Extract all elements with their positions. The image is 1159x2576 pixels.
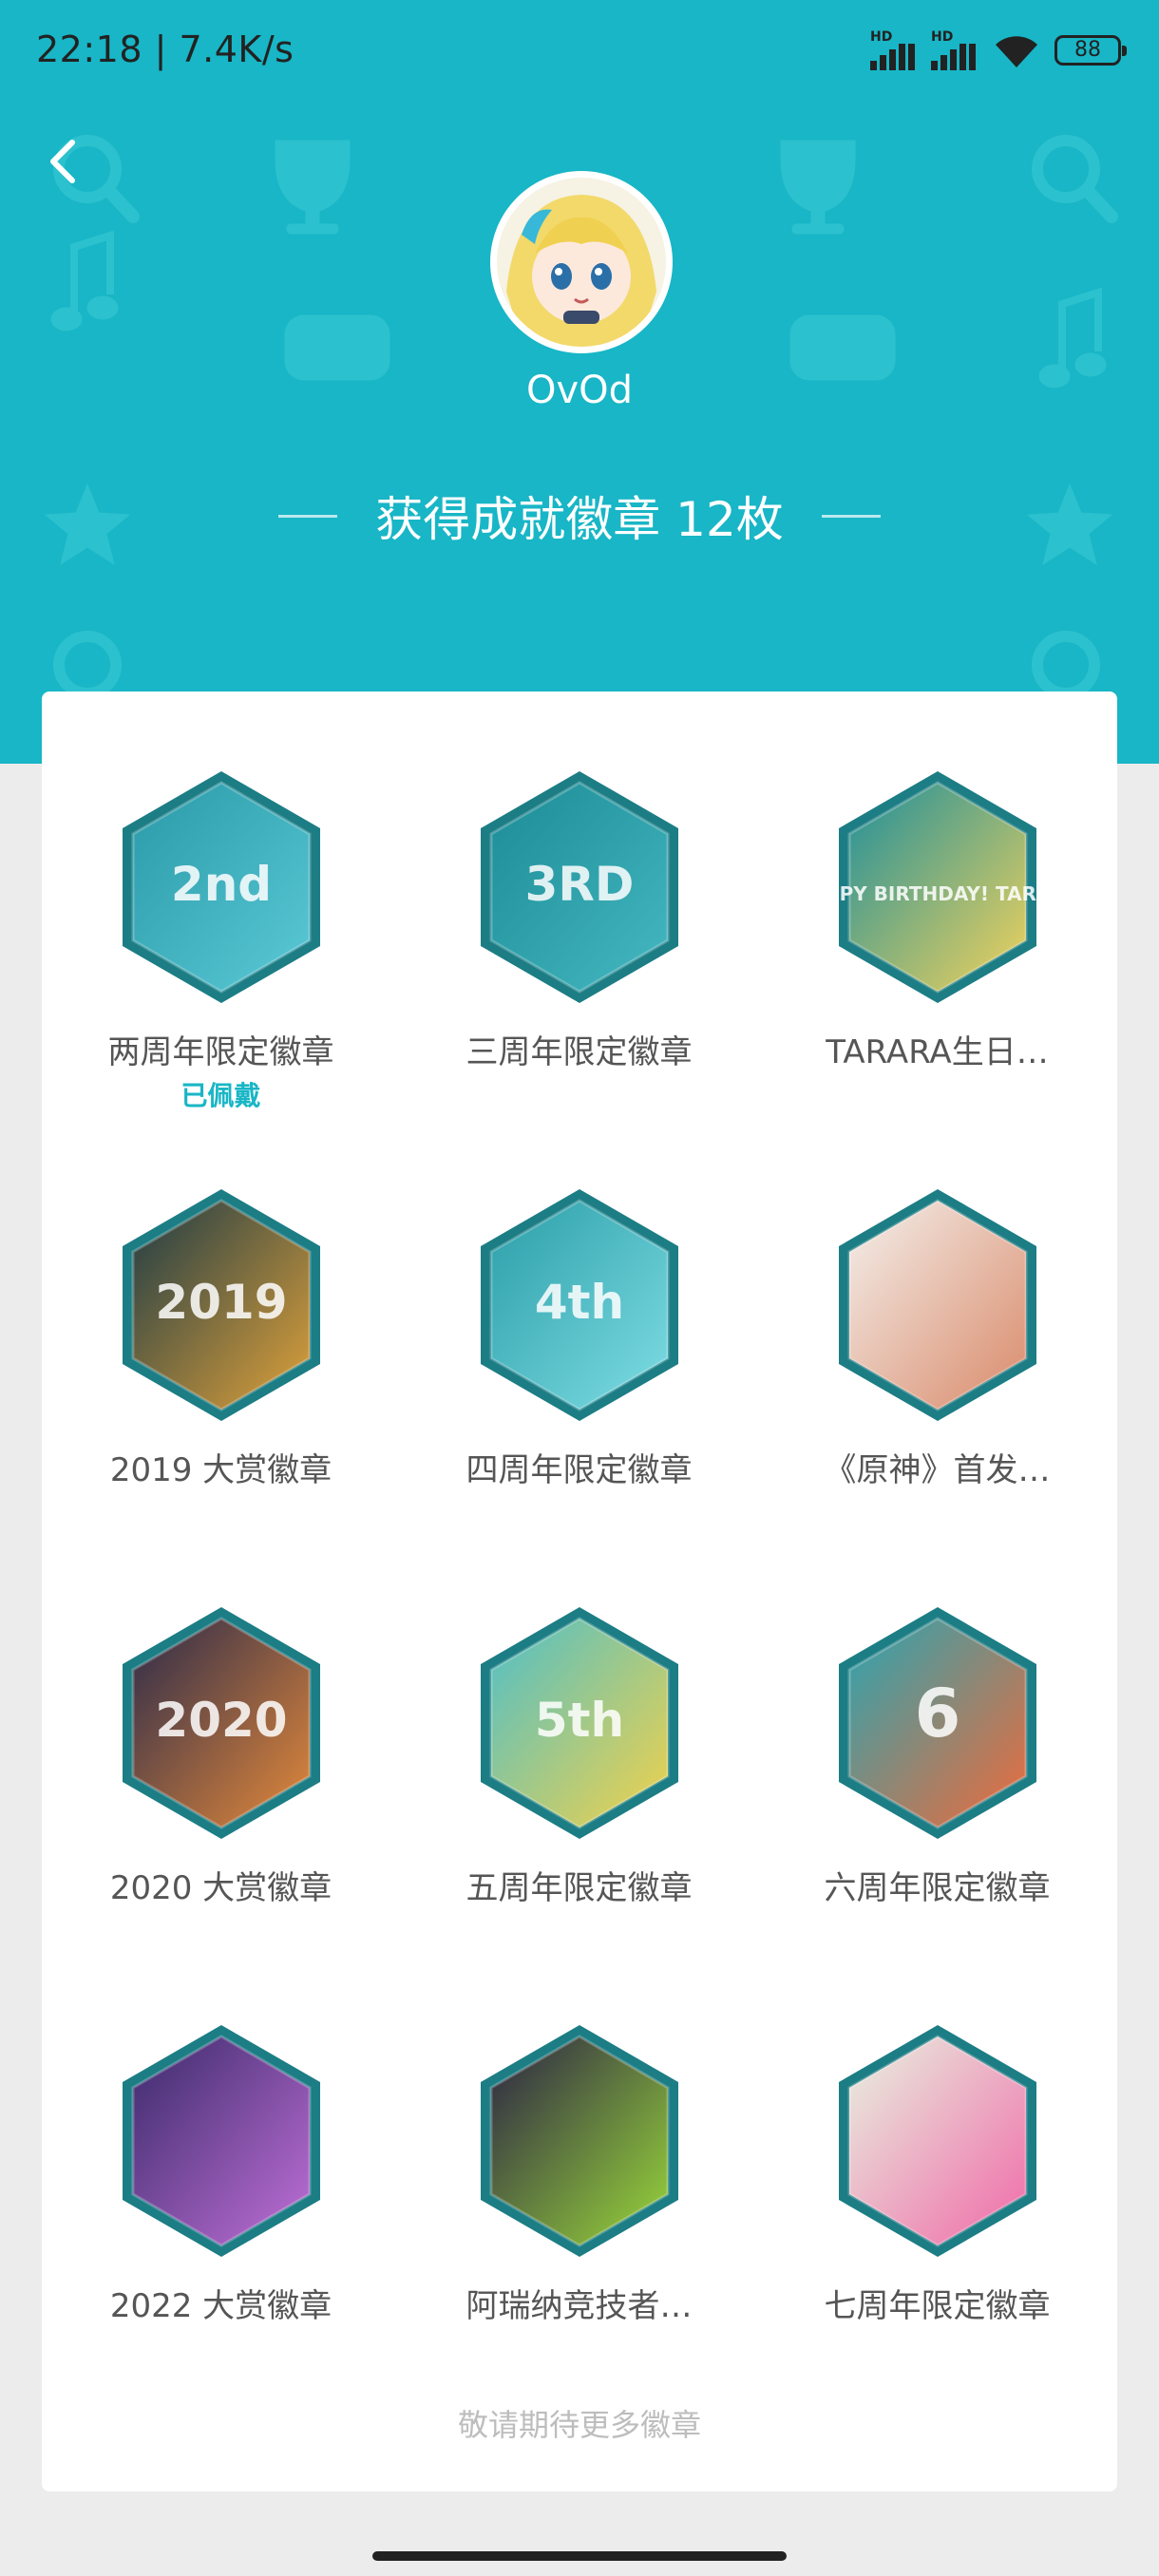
badge-icon — [839, 2025, 1036, 2257]
status-bar: 22:18 | 7.4K/s HD HD 88 — [0, 0, 1159, 104]
badge-label: 阿瑞纳竞技者… — [466, 2287, 693, 2325]
badge-item[interactable]: 3RD 三周年限定徽章 — [400, 697, 758, 1115]
battery-level: 88 — [1074, 38, 1101, 62]
title-divider-left — [278, 514, 338, 518]
badge-worn-status: 已佩戴 — [180, 1080, 261, 1111]
badge-icon: 2020 — [123, 1607, 320, 1839]
badge-icon: 2nd — [123, 771, 320, 1003]
home-indicator[interactable] — [372, 2551, 787, 2561]
badge-item[interactable]: 4th 四周年限定徽章 — [400, 1115, 758, 1533]
status-icons: HD HD 88 — [870, 30, 1127, 70]
signal-icon: HD — [870, 30, 918, 70]
badge-art-text: 6 — [915, 1675, 961, 1752]
badge-item[interactable]: 2nd 两周年限定徽章已佩戴 — [42, 697, 400, 1115]
badge-icon: HAPPY BIRTHDAY! TARARA — [833, 771, 1042, 1003]
badge-item[interactable]: 2020 2020 大赏徽章 — [42, 1533, 400, 1951]
status-time: 22:18 | 7.4K/s — [36, 28, 294, 70]
badge-art-text: 3RD — [525, 857, 635, 912]
badge-label: 六周年限定徽章 — [824, 1869, 1051, 1907]
badge-icon — [481, 2025, 678, 2257]
battery-icon: 88 — [1054, 35, 1127, 66]
badge-icon: 6 — [839, 1607, 1036, 1839]
badge-label: 《原神》首发… — [824, 1451, 1051, 1489]
badge-art-text: 2019 — [155, 1275, 287, 1330]
badge-label: TARARA生日… — [826, 1033, 1049, 1071]
username: OvOd — [525, 369, 634, 412]
badge-art-text: HAPPY BIRTHDAY! TARARA — [833, 882, 1042, 905]
badge-label: 三周年限定徽章 — [466, 1033, 693, 1071]
badge-label: 四周年限定徽章 — [466, 1451, 693, 1489]
badge-label: 两周年限定徽章 — [107, 1033, 334, 1071]
badge-item[interactable]: 七周年限定徽章 — [758, 1951, 1116, 2369]
badge-label: 2022 大赏徽章 — [109, 2287, 332, 2325]
badge-label: 2019 大赏徽章 — [109, 1451, 332, 1489]
badge-art-text: 2nd — [171, 857, 272, 912]
badge-count-title: 获得成就徽章 12枚 — [0, 483, 1159, 549]
avatar-image — [497, 178, 666, 347]
badge-item[interactable]: 6 六周年限定徽章 — [758, 1533, 1116, 1951]
badge-art-text: 5th — [535, 1693, 624, 1748]
title-divider-right — [821, 514, 881, 518]
badge-card: 2nd 两周年限定徽章已佩戴 3RD 三周年限定徽章 HAPPY BIRTHDAY! T… — [42, 691, 1117, 2491]
badge-item[interactable]: 2019 2019 大赏徽章 — [42, 1115, 400, 1533]
signal-icon: HD — [931, 30, 978, 70]
avatar[interactable] — [490, 171, 673, 353]
badge-count-text: 获得成就徽章 12枚 — [375, 492, 784, 547]
badge-item[interactable]: 阿瑞纳竞技者… — [400, 1951, 758, 2369]
badge-label: 七周年限定徽章 — [824, 2287, 1051, 2325]
badge-icon — [123, 2025, 320, 2257]
badge-art-text: 4th — [535, 1275, 624, 1330]
wifi-icon — [996, 36, 1037, 67]
badge-icon: 4th — [481, 1189, 678, 1421]
badge-item[interactable]: HAPPY BIRTHDAY! TARARA TARARA生日… — [758, 697, 1116, 1115]
badge-item[interactable]: 《原神》首发… — [758, 1115, 1116, 1533]
signal-hd-label: HD — [870, 29, 893, 45]
badge-icon — [839, 1189, 1036, 1421]
badge-item[interactable]: 5th 五周年限定徽章 — [400, 1533, 758, 1951]
profile-header: 22:18 | 7.4K/s HD HD 88 OvOd 获得成就徽章 12枚 — [0, 0, 1159, 764]
badge-item[interactable]: 2022 大赏徽章 — [42, 1951, 400, 2369]
signal-hd-label: HD — [931, 29, 954, 45]
back-icon[interactable] — [40, 133, 87, 190]
badge-label: 五周年限定徽章 — [466, 1869, 693, 1907]
badge-art-text: 2020 — [155, 1693, 287, 1748]
more-badges-note: 敬请期待更多徽章 — [457, 2407, 701, 2443]
badge-label: 2020 大赏徽章 — [109, 1869, 332, 1907]
badge-icon: 5th — [481, 1607, 678, 1839]
badge-icon: 3RD — [481, 771, 678, 1003]
badge-icon: 2019 — [123, 1189, 320, 1421]
